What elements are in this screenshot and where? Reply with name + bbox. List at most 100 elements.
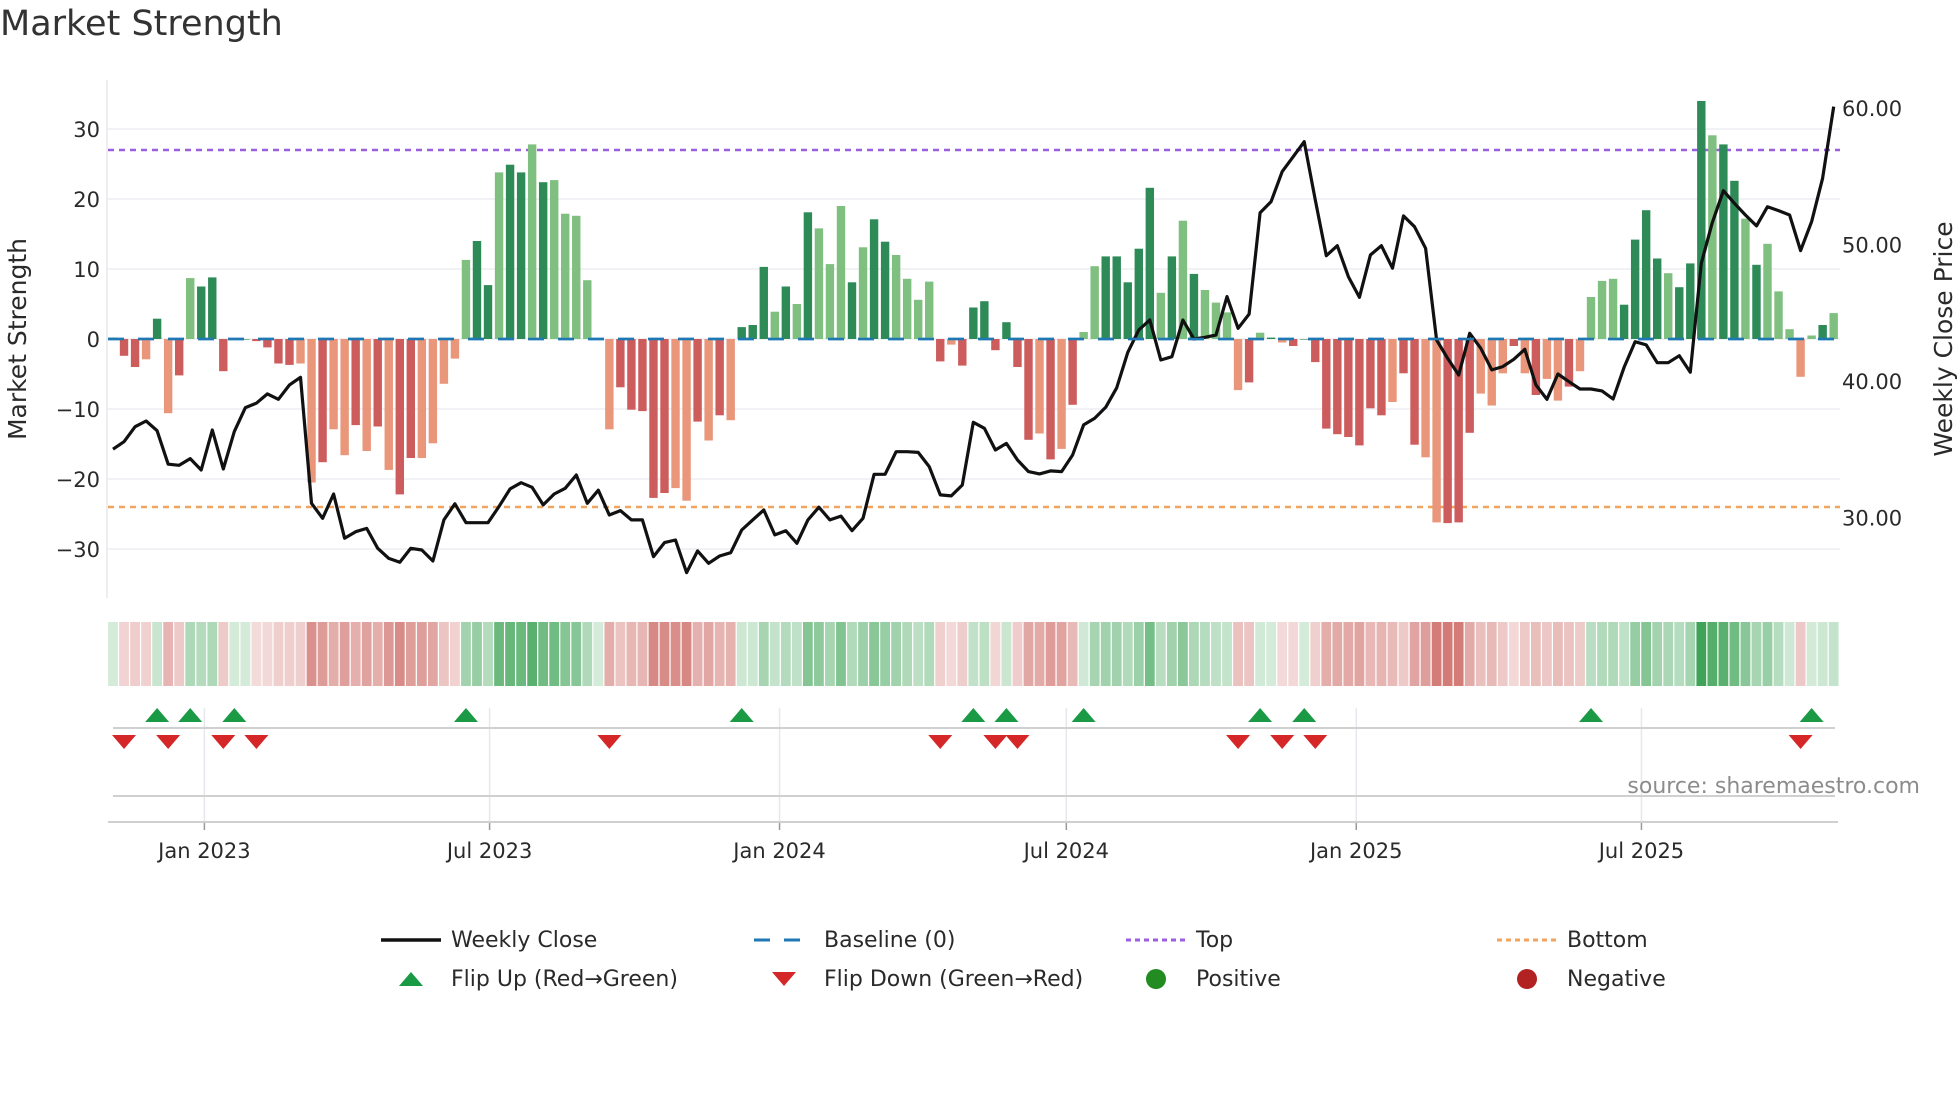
positive-bar [737,327,746,339]
heatmap-cell [240,622,251,686]
negative-bar [1542,339,1552,379]
negative-bar [130,339,140,367]
heatmap-cell [880,622,890,686]
y2-tick-label: 30.00 [1842,506,1902,530]
heatmap-cell [725,622,736,686]
negative-bar [1333,339,1342,435]
negative-bar [141,339,151,360]
flip-down-marker [597,735,622,749]
x-tick-label: Jan 2023 [156,839,251,863]
positive-bar [748,325,757,339]
heatmap-cell [405,622,416,686]
positive-bar [1156,292,1166,339]
flip-up-marker [1071,708,1096,722]
negative-bar [428,339,438,444]
positive-bar [825,264,835,339]
heatmap-cell [1784,622,1795,686]
heatmap-cell [758,622,769,686]
heatmap-cell [714,622,725,686]
heatmap-cell [1001,622,1012,686]
flip-up-marker [1799,708,1824,722]
flip-marker-panel: Jan 2023 Jul 2023 Jan 2024 Jul 2024 Jan 2025… [108,708,1838,863]
negative-bar [1443,339,1452,524]
negative-bar [1509,339,1519,346]
heatmap-cell [604,622,615,686]
heatmap-cell [924,622,935,686]
heatmap-cell [1133,622,1144,686]
heatmap-cell [141,622,151,686]
heatmap-cell [251,622,262,686]
heatmap-cell [450,622,460,686]
positive-bar [1167,256,1177,339]
strength-bars [108,101,1838,524]
heatmap-cell [1211,622,1221,686]
heatmap-cell [1828,622,1839,686]
flip-up-marker [178,708,203,722]
positive-bar [1664,273,1673,339]
heatmap-cell [1354,622,1365,686]
heatmap-cell [549,622,560,686]
heatmap-cell [394,622,405,686]
positive-bar [550,180,559,339]
heatmap-cell [1398,622,1409,686]
heatmap-cell [339,622,350,686]
negative-bar [1575,339,1585,372]
heatmap-cell [1773,622,1784,686]
heatmap-cell [582,622,593,686]
positive-bar [197,286,206,339]
strength-heatmap [108,622,1839,686]
heatmap-cell [670,622,681,686]
flip-up-marker [222,708,247,722]
heatmap-cell [284,622,295,686]
x-tick-label: Jan 2025 [1308,839,1403,863]
heatmap-cell [902,622,913,686]
heatmap-cell [1222,622,1232,686]
positive-bar [1619,304,1629,339]
heatmap-cell [306,622,317,686]
negative-bar [1046,339,1055,460]
flip-up-marker [145,708,170,722]
positive-bar [925,281,934,339]
positive-bar [1586,297,1596,339]
negative-bar [340,339,349,456]
heatmap-cell [736,622,747,686]
positive-bar [1675,287,1684,339]
negative-bar [1487,339,1496,406]
heatmap-cell [1200,622,1210,686]
positive-bar [1829,313,1838,339]
heatmap-cell [1497,622,1508,686]
positive-bar [152,318,162,339]
heatmap-cell [1420,622,1431,686]
y2-axis-title: Weekly Close Price [1929,221,1958,456]
negative-bar [649,339,658,498]
negative-bar [991,339,1000,351]
positive-bar [516,172,526,339]
heatmap-cell [1034,622,1045,686]
positive-bar [1630,239,1640,339]
positive-bar [1002,322,1011,339]
heatmap-cell [946,622,957,686]
negative-bar [362,339,371,451]
flip-down-marker [156,735,181,749]
positive-bar [902,278,912,339]
positive-bar [781,286,791,339]
positive-bar [792,304,802,339]
positive-bar [1222,312,1232,339]
negative-bar [1024,339,1033,440]
heatmap-cell [1111,622,1122,686]
negative-bar [1057,339,1066,449]
y-tick-label: −30 [56,538,100,562]
flip-up-marker [1579,708,1604,722]
heatmap-cell [328,622,339,686]
heatmap-cell [681,622,692,686]
negative-bar [1311,339,1320,363]
heatmap-cell [295,622,306,686]
heatmap-cell [648,622,659,686]
heatmap-cell [163,622,174,686]
negative-bar [395,339,404,495]
heatmap-cell [416,622,427,686]
heatmap-cell [1575,622,1585,686]
heatmap-cell [505,622,515,686]
positive-bar [1101,256,1110,339]
flip-down-marker [1226,735,1251,749]
